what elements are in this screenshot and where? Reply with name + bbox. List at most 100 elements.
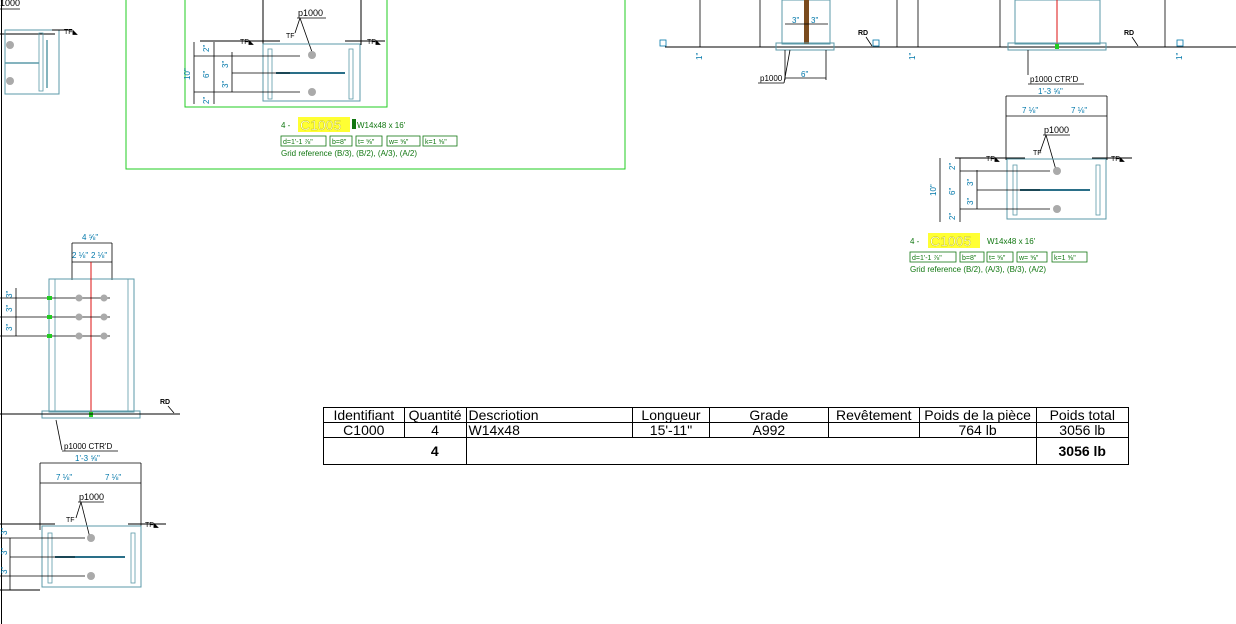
svg-text:4 ⅝": 4 ⅝"	[82, 233, 98, 242]
cell-quantite: 4	[403, 422, 467, 438]
cell-poids-piece: 764 lb	[918, 422, 1037, 438]
col-header-poids-piece: Poids de la pièce	[918, 407, 1037, 423]
table-total-row: 4 3056 lb	[323, 437, 1129, 465]
svg-text:TF: TF	[1033, 150, 1042, 157]
view-d-beam-detail: p1000 CTR'D 1'-3 ⅝" 7 ⅛" 7 ⅛" p1000 TF T…	[909, 50, 1132, 274]
svg-text:RD: RD	[858, 30, 868, 37]
svg-text:TF◣: TF◣	[240, 39, 255, 46]
cell-grade: A992	[708, 422, 829, 438]
view-b-mark: C1005	[300, 117, 341, 133]
svg-text:6": 6"	[801, 70, 808, 79]
cell-description: W14x48	[465, 422, 634, 438]
svg-text:p1000: p1000	[760, 74, 783, 83]
svg-text:6": 6"	[948, 188, 957, 195]
svg-text:2": 2"	[202, 45, 211, 52]
svg-text:3": 3"	[5, 324, 14, 331]
svg-text:w= ⅝": w= ⅝"	[388, 139, 409, 146]
svg-text:2": 2"	[948, 163, 957, 170]
col-header-description: Descriotion	[465, 407, 634, 423]
svg-text:3": 3"	[0, 528, 9, 535]
svg-text:10": 10"	[929, 184, 938, 196]
cell-poids-total: 3056 lb	[1035, 422, 1129, 438]
view-c-base-plate: 1" 1" 1" 3" 3" 6" p1000 RD RD	[659, 0, 1236, 84]
svg-text:TF◣: TF◣	[367, 39, 382, 46]
svg-text:1": 1"	[908, 53, 917, 60]
svg-text:t= ⅝": t= ⅝"	[989, 255, 1006, 262]
col-header-poids-total: Poids total	[1035, 407, 1129, 423]
view-f-piece-mark: p1000	[79, 492, 104, 502]
svg-text:2": 2"	[202, 97, 211, 104]
svg-text:k=1 ⅝": k=1 ⅝"	[425, 139, 447, 146]
col-header-longueur: Longueur	[632, 407, 710, 423]
view-d-properties: d=1'-1 ⅞" b=8" t= ⅝" w= ⅝" k=1 ⅝"	[909, 251, 1088, 263]
svg-text:TF◣: TF◣	[986, 156, 1001, 163]
bill-of-materials-table: Identifiant Quantité Descriotion Longueu…	[323, 407, 1129, 465]
svg-text:TF◣: TF◣	[145, 522, 160, 529]
view-a-mark-label: 1000	[0, 0, 20, 8]
svg-text:TF◣: TF◣	[1111, 156, 1126, 163]
svg-text:d=1'-1 ⅞": d=1'-1 ⅞"	[912, 255, 942, 262]
svg-text:3": 3"	[966, 179, 975, 186]
total-weight: 3056 lb	[1035, 437, 1129, 465]
view-f-beam-detail: 7 ⅛" 7 ⅛" p1000 TF TF◣ 3" 3" 3"	[0, 463, 166, 591]
view-d-callout: p1000 CTR'D	[1030, 75, 1078, 84]
view-b-grid-ref: Grid reference (B/3), (B/2), (A/3), (A/2…	[281, 149, 417, 158]
svg-text:7 ⅛": 7 ⅛"	[1071, 106, 1087, 115]
svg-text:2 ⅛": 2 ⅛"	[91, 251, 107, 260]
view-b-piece-mark: p1000	[298, 8, 323, 18]
view-b-profile: W14x48 x 16'	[357, 121, 406, 130]
view-d-piece-mark: p1000	[1044, 125, 1069, 135]
view-d-mark: C1005	[930, 233, 971, 249]
svg-text:3": 3"	[221, 81, 230, 88]
svg-text:7 ⅛": 7 ⅛"	[105, 473, 121, 482]
view-b-properties: d=1'-1 ⅞" b=8" t= ⅝" w= ⅝" k=1 ⅝"	[280, 135, 458, 147]
svg-text:6": 6"	[202, 71, 211, 78]
svg-text:w= ⅝": w= ⅝"	[1018, 255, 1039, 262]
svg-text:t= ⅝": t= ⅝"	[358, 139, 375, 146]
svg-text:3": 3"	[0, 567, 9, 574]
view-e-callout: p1000 CTR'D	[64, 442, 112, 451]
svg-text:2": 2"	[948, 213, 957, 220]
svg-text:3": 3"	[966, 198, 975, 205]
svg-text:b=8": b=8"	[332, 139, 347, 146]
col-header-revetement: Revêtement	[827, 407, 920, 423]
col-header-grade: Grade	[708, 407, 829, 423]
view-e-column-elevation: 4 ⅝" 2 ⅛" 2 ⅛" 3" 3" 3" RD p1000 CTR'D 1…	[0, 233, 180, 464]
view-d-profile: W14x48 x 16'	[987, 237, 1036, 246]
svg-text:7 ⅛": 7 ⅛"	[1022, 106, 1038, 115]
svg-text:d=1'-1 ⅞": d=1'-1 ⅞"	[283, 139, 313, 146]
shop-drawing-canvas: 1000 TF◣ p1000 TF TF◣ TF◣ 10" 6" 2" 3" 3…	[0, 0, 1236, 624]
svg-text:RD: RD	[1124, 30, 1134, 37]
view-b-qty: 4 -	[281, 121, 291, 130]
svg-text:k=1 ⅝": k=1 ⅝"	[1054, 255, 1076, 262]
cell-longueur: 15'-11"	[632, 422, 710, 438]
svg-text:b=8": b=8"	[962, 255, 977, 262]
svg-text:3": 3"	[5, 291, 14, 298]
svg-text:3": 3"	[221, 61, 230, 68]
svg-text:7 ⅛": 7 ⅛"	[56, 473, 72, 482]
view-a-column-section: 1000 TF◣	[0, 0, 79, 95]
view-b-beam-detail: p1000 TF TF◣ TF◣ 10" 6" 2" 3" 3" 2" 4 - …	[125, 0, 626, 170]
svg-text:1'-3 ⅝": 1'-3 ⅝"	[1038, 87, 1063, 96]
cell-identifiant: C1000	[323, 422, 405, 438]
view-d-grid-ref: Grid reference (B/2), (A/3), (B/3), (A/2…	[910, 265, 1046, 274]
col-header-identifiant: Identifiant	[323, 407, 405, 423]
table-row: C1000 4 W14x48 15'-11" A992 764 lb 3056 …	[323, 422, 1129, 438]
table-header-row: Identifiant Quantité Descriotion Longueu…	[323, 407, 1129, 423]
total-quantity: 4	[404, 437, 467, 465]
svg-text:TF: TF	[66, 517, 75, 524]
cell-revetement	[827, 422, 920, 438]
view-d-qty: 4 -	[910, 237, 920, 246]
svg-text:1": 1"	[695, 53, 704, 60]
svg-text:1'-3 ⅝": 1'-3 ⅝"	[75, 454, 100, 463]
svg-text:3": 3"	[5, 305, 14, 312]
col-header-quantite: Quantité	[403, 407, 467, 423]
svg-text:RD: RD	[160, 399, 170, 406]
svg-text:3": 3"	[792, 16, 799, 25]
svg-text:1": 1"	[1175, 53, 1184, 60]
svg-text:2 ⅛": 2 ⅛"	[72, 251, 88, 260]
svg-text:TF◣: TF◣	[64, 29, 79, 36]
svg-text:TF: TF	[286, 33, 295, 40]
svg-text:3": 3"	[0, 548, 9, 555]
svg-text:3": 3"	[811, 16, 818, 25]
